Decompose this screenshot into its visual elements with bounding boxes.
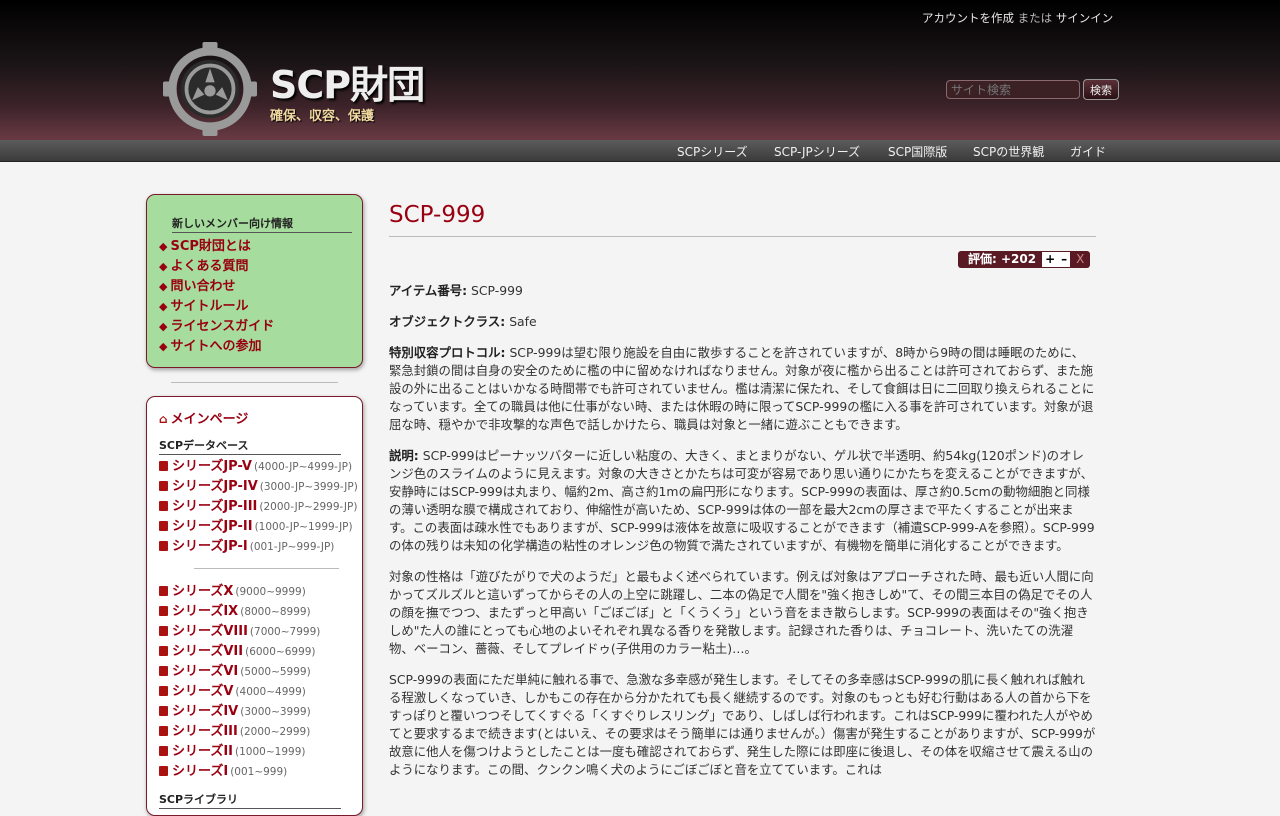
newbox-link-license[interactable]: ◆ ライセンスガイド bbox=[159, 317, 352, 337]
page-icon bbox=[159, 626, 168, 636]
diamond-bullet-icon: ◆ bbox=[159, 280, 168, 293]
top-navigation: SCPシリーズ SCP-JPシリーズ SCP国際版 SCPの世界観 ガイド bbox=[0, 140, 1280, 162]
rate-down-button[interactable]: – bbox=[1058, 252, 1071, 267]
page-icon bbox=[159, 541, 168, 551]
diamond-bullet-icon: ◆ bbox=[159, 240, 168, 253]
sidebar-item-series-jp-iv[interactable]: シリーズJP-IV (3000-JP~3999-JP) bbox=[159, 477, 358, 497]
sidebar-item-series-jp-ii[interactable]: シリーズJP-II (1000-JP~1999-JP) bbox=[159, 517, 353, 537]
site-title[interactable]: SCP財団 bbox=[270, 54, 425, 109]
search-button[interactable]: 検索 bbox=[1083, 79, 1119, 100]
containment-procedures: 特別収容プロトコル: SCP-999は望む限り施設を自由に散歩することを許されて… bbox=[389, 345, 1095, 432]
sidebar-divider bbox=[194, 568, 339, 569]
sidebar: 新しいメンバー向け情報 ◆ SCP財団とは ◆ よくある質問 ◆ 問い合わせ ◆ サイト… bbox=[146, 194, 363, 816]
page-icon bbox=[159, 746, 168, 756]
search-input[interactable] bbox=[946, 80, 1080, 99]
page-icon bbox=[159, 686, 168, 696]
signin-link[interactable]: サインイン bbox=[1056, 11, 1114, 25]
rating-value: 評価: +202 bbox=[968, 252, 1037, 266]
sidebar-item-series-ix[interactable]: シリーズIX (8000~8999) bbox=[159, 602, 352, 622]
scp-logo-icon[interactable] bbox=[163, 42, 257, 136]
new-members-title: 新しいメンバー向け情報 bbox=[172, 215, 352, 233]
paragraph: SCP-999の表面にただ単純に触れる事で、急激な多幸感が発生します。そしてその… bbox=[389, 672, 1096, 777]
nav-scp-series[interactable]: SCPシリーズ bbox=[677, 143, 748, 160]
page-icon bbox=[159, 501, 168, 511]
sidebar-item-series-v[interactable]: シリーズV (4000~4999) bbox=[159, 682, 352, 702]
sidebar-item-series-iv[interactable]: シリーズIV (3000~3999) bbox=[159, 702, 352, 722]
sidebar-item-series-x[interactable]: シリーズX (9000~9999) bbox=[159, 582, 352, 602]
sidebar-item-series-vii[interactable]: シリーズVII (6000~6999) bbox=[159, 642, 352, 662]
main-content: SCP-999 評価: +202 + – X アイテム番号: SCP-999 オブ… bbox=[389, 194, 1096, 777]
nav-scp-universe[interactable]: SCPの世界観 bbox=[973, 143, 1044, 160]
sidebar-item-series-jp-iii[interactable]: シリーズJP-III (2000-JP~2999-JP) bbox=[159, 497, 357, 517]
cancel-vote-button[interactable]: X bbox=[1070, 251, 1090, 268]
page-icon bbox=[159, 706, 168, 716]
newbox-link-faq[interactable]: ◆ よくある質問 bbox=[159, 257, 352, 277]
diamond-bullet-icon: ◆ bbox=[159, 320, 168, 333]
sidebar-item-series-i[interactable]: シリーズI (001~999) bbox=[159, 762, 352, 782]
sidebar-item-series-jp-v[interactable]: シリーズJP-V (4000-JP~4999-JP) bbox=[159, 457, 352, 477]
nav-scp-jp-series[interactable]: SCP-JPシリーズ bbox=[774, 143, 860, 160]
item-number: アイテム番号: SCP-999 bbox=[389, 283, 523, 298]
database-title: SCPデータベース bbox=[159, 437, 341, 455]
home-icon: ⌂ bbox=[159, 412, 168, 426]
page-icon bbox=[159, 481, 168, 491]
sidebar-item-series-viii[interactable]: シリーズVIII (7000~7999) bbox=[159, 622, 352, 642]
main-page-link[interactable]: ⌂ メインページ bbox=[159, 409, 352, 429]
newbox-link-rules[interactable]: ◆ サイトルール bbox=[159, 297, 352, 317]
page-icon bbox=[159, 586, 168, 596]
page-icon bbox=[159, 766, 168, 776]
page-icon bbox=[159, 646, 168, 656]
new-members-box: 新しいメンバー向け情報 ◆ SCP財団とは ◆ よくある質問 ◆ 問い合わせ ◆ サイト… bbox=[146, 194, 363, 368]
page-icon bbox=[159, 726, 168, 736]
site-header: アカウントを作成 または サインイン SCP財団 確保、収容、保護 検索 bbox=[0, 0, 1280, 140]
page-icon bbox=[159, 606, 168, 616]
sidebar-item-series-vi[interactable]: シリーズVI (5000~5999) bbox=[159, 662, 352, 682]
diamond-bullet-icon: ◆ bbox=[159, 300, 168, 313]
rate-up-button[interactable]: + bbox=[1042, 252, 1059, 267]
site-tagline: 確保、収容、保護 bbox=[270, 109, 375, 124]
page-icon bbox=[159, 461, 168, 471]
diamond-bullet-icon: ◆ bbox=[159, 260, 168, 273]
nav-guide[interactable]: ガイド bbox=[1070, 143, 1106, 160]
sidebar-item-series-ii[interactable]: シリーズII (1000~1999) bbox=[159, 742, 352, 762]
nav-scp-international[interactable]: SCP国際版 bbox=[888, 143, 947, 160]
create-account-link[interactable]: アカウントを作成 bbox=[922, 11, 1014, 25]
page-title: SCP-999 bbox=[389, 194, 1096, 237]
library-title: SCPライブラリ bbox=[159, 791, 341, 809]
article-body: アイテム番号: SCP-999 オブジェクトクラス: Safe 特別収容プロトコ… bbox=[389, 282, 1096, 792]
newbox-link-about[interactable]: ◆ SCP財団とは bbox=[159, 237, 352, 257]
newbox-link-contact[interactable]: ◆ 問い合わせ bbox=[159, 277, 352, 297]
newbox-link-join[interactable]: ◆ サイトへの参加 bbox=[159, 337, 352, 357]
sidebar-item-series-iii[interactable]: シリーズIII (2000~2999) bbox=[159, 722, 352, 742]
rating-module: 評価: +202 + – X bbox=[958, 251, 1091, 268]
diamond-bullet-icon: ◆ bbox=[159, 340, 168, 353]
sidebar-item-series-jp-i[interactable]: シリーズJP-I (001-JP~999-JP) bbox=[159, 537, 352, 557]
description: 説明: SCP-999はピーナッツバターに近しい粘度の、大きく、まとまりがない、… bbox=[389, 448, 1095, 553]
main-menu-box: ⌂ メインページ SCPデータベース シリーズJP-V (4000-JP~4999-… bbox=[146, 396, 363, 816]
paragraph: 対象の性格は「遊びたがりで犬のようだ」と最もよく述べられています。例えば対象はア… bbox=[389, 569, 1094, 656]
or-text: または bbox=[1017, 11, 1053, 25]
page-icon bbox=[159, 521, 168, 531]
account-links: アカウントを作成 または サインイン bbox=[922, 10, 1113, 26]
page-icon bbox=[159, 666, 168, 676]
object-class: オブジェクトクラス: Safe bbox=[389, 314, 537, 329]
sidebar-divider bbox=[171, 382, 338, 383]
